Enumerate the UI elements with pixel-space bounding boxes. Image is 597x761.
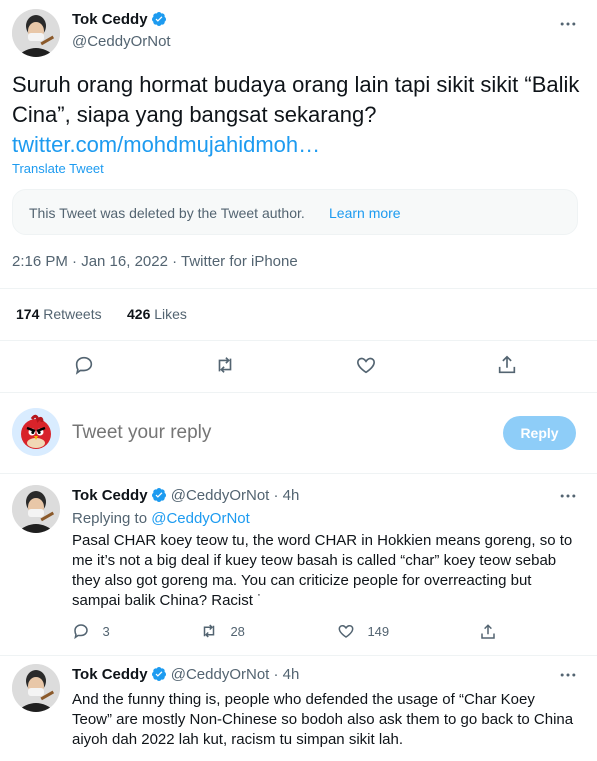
- reply-time[interactable]: · 4h: [274, 487, 300, 504]
- reply-avatar[interactable]: [12, 664, 60, 712]
- verified-badge-icon: [151, 12, 166, 26]
- deleted-notice: This Tweet was deleted by the Tweet auth…: [29, 205, 305, 221]
- learn-more-link[interactable]: Learn more: [329, 205, 401, 221]
- retweets-count: 174: [16, 306, 40, 322]
- reply-author-name[interactable]: Tok Ceddy: [72, 666, 148, 683]
- like-count: 149: [367, 623, 390, 639]
- more-icon[interactable]: [558, 14, 578, 34]
- reply-icon[interactable]: [73, 354, 95, 376]
- reply-header: Tok Ceddy @CeddyOrNot · 4h: [72, 487, 299, 504]
- replying-to: Replying to @CeddyOrNot: [72, 510, 250, 527]
- reply-button[interactable]: Reply: [503, 416, 576, 450]
- divider: [0, 392, 597, 393]
- verified-badge-icon: [151, 667, 166, 681]
- reply-header: Tok Ceddy @CeddyOrNot · 4h: [72, 666, 299, 683]
- deleted-quote-card: This Tweet was deleted by the Tweet auth…: [12, 189, 578, 235]
- reply-count: 3: [102, 623, 110, 639]
- avatar-image: [12, 664, 60, 712]
- reply-icon: [74, 624, 88, 640]
- reply-text: And the funny thing is, people who defen…: [72, 691, 574, 748]
- author-handle[interactable]: @CeddyOrNot: [72, 33, 171, 50]
- likes-stat[interactable]: 426 Likes: [127, 306, 187, 322]
- retweets-stat[interactable]: 174 Retweets: [16, 306, 102, 322]
- share-icon[interactable]: [479, 623, 497, 641]
- like-icon: [338, 624, 354, 638]
- like-icon[interactable]: [355, 354, 377, 376]
- divider: [0, 655, 597, 656]
- verified-badge-icon: [151, 488, 166, 502]
- more-icon[interactable]: [558, 486, 578, 506]
- main-tweet-avatar[interactable]: [12, 9, 60, 57]
- likes-label: Likes: [154, 306, 187, 322]
- replying-to-handle[interactable]: @CeddyOrNot: [151, 510, 250, 527]
- reply-input[interactable]: [72, 418, 472, 448]
- avatar-image: [12, 9, 60, 57]
- tweet-timestamp[interactable]: 2:16 PM · Jan 16, 2022 · Twitter for iPh…: [12, 253, 298, 270]
- angry-bird-avatar-image: [12, 408, 60, 456]
- reply-retweet-action[interactable]: 28: [200, 622, 245, 642]
- divider: [0, 340, 597, 341]
- retweet-icon[interactable]: [214, 354, 236, 376]
- divider: [0, 473, 597, 474]
- main-tweet-author[interactable]: Tok Ceddy: [72, 11, 167, 29]
- author-name[interactable]: Tok Ceddy: [72, 11, 148, 28]
- reply-time[interactable]: · 4h: [274, 666, 300, 683]
- reply-author-name[interactable]: Tok Ceddy: [72, 487, 148, 504]
- tweet-link[interactable]: twitter.com/mohdmujahidmoh…: [12, 131, 320, 159]
- retweet-count: 28: [230, 623, 245, 639]
- divider: [0, 288, 597, 289]
- reply-reply-action[interactable]: 3: [72, 622, 110, 642]
- retweet-icon: [203, 624, 215, 638]
- replying-to-label: Replying to: [72, 510, 148, 527]
- tweet-text: Suruh orang hormat budaya orang lain tap…: [12, 72, 580, 127]
- current-user-avatar[interactable]: [12, 408, 60, 456]
- translate-tweet-link[interactable]: Translate Tweet: [12, 161, 104, 176]
- likes-count: 426: [127, 306, 151, 322]
- retweets-label: Retweets: [43, 306, 102, 322]
- reply-text: Pasal CHAR koey teow tu, the word CHAR i…: [72, 532, 573, 609]
- reply-like-action[interactable]: 149: [337, 622, 389, 642]
- more-icon[interactable]: [558, 665, 578, 685]
- reply-author-handle[interactable]: @CeddyOrNot: [171, 487, 270, 504]
- share-icon[interactable]: [496, 354, 518, 376]
- reply-author-handle[interactable]: @CeddyOrNot: [171, 666, 270, 683]
- reply-avatar[interactable]: [12, 485, 60, 533]
- avatar-image: [12, 485, 60, 533]
